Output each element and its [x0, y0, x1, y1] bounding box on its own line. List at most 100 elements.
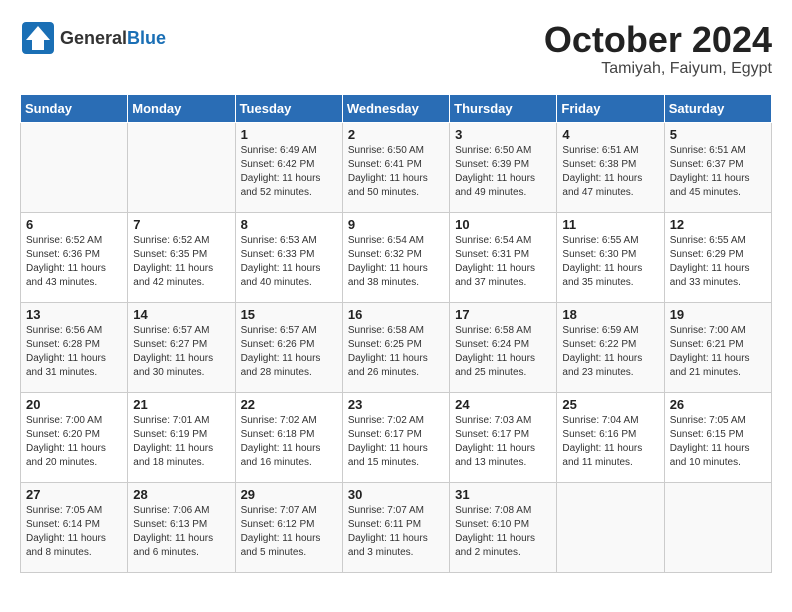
calendar-cell: 15Sunrise: 6:57 AMSunset: 6:26 PMDayligh… [235, 302, 342, 392]
day-number: 16 [348, 307, 444, 322]
calendar-cell: 14 Sunrise: 6:57 AMSunset: 6:27 PMDayligh… [128, 302, 235, 392]
day-header-tuesday: Tuesday [235, 94, 342, 122]
day-number: 10 [455, 217, 551, 232]
calendar-cell [21, 122, 128, 212]
calendar-cell: 1 Sunrise: 6:49 AMSunset: 6:42 PMDaylight… [235, 122, 342, 212]
cell-content: Sunrise: 6:58 AMSunset: 6:24 PMDaylight:… [455, 324, 551, 380]
day-number: 24 [455, 397, 551, 412]
calendar-cell: 25 Sunrise: 7:04 AMSunset: 6:16 PMDayligh… [557, 392, 664, 482]
cell-content: Sunrise: 6:52 AMSunset: 6:35 PMDaylight:… [133, 234, 229, 290]
cell-content: Sunrise: 6:51 AMSunset: 6:37 PMDaylight:… [670, 144, 766, 200]
calendar-cell: 20Sunrise: 7:00 AMSunset: 6:20 PMDayligh… [21, 392, 128, 482]
day-header-thursday: Thursday [450, 94, 557, 122]
page-header: GeneralBlue October 2024 Tamiyah, Faiyum… [20, 20, 772, 78]
calendar-cell: 23 Sunrise: 7:02 AMSunset: 6:17 PMDayligh… [342, 392, 449, 482]
calendar-cell: 12 Sunrise: 6:55 AMSunset: 6:29 PMDayligh… [664, 212, 771, 302]
cell-content: Sunrise: 6:54 AMSunset: 6:31 PMDaylight:… [455, 234, 551, 290]
calendar-week-2: 6Sunrise: 6:52 AMSunset: 6:36 PMDaylight… [21, 212, 772, 302]
calendar-cell: 6Sunrise: 6:52 AMSunset: 6:36 PMDaylight… [21, 212, 128, 302]
calendar-cell: 16Sunrise: 6:58 AMSunset: 6:25 PMDayligh… [342, 302, 449, 392]
calendar-cell: 7 Sunrise: 6:52 AMSunset: 6:35 PMDaylight… [128, 212, 235, 302]
calendar-cell: 21 Sunrise: 7:01 AMSunset: 6:19 PMDayligh… [128, 392, 235, 482]
calendar-cell: 13 Sunrise: 6:56 AMSunset: 6:28 PMDayligh… [21, 302, 128, 392]
calendar-cell [664, 482, 771, 572]
day-number: 15 [241, 307, 337, 322]
day-number: 20 [26, 397, 122, 412]
cell-content: Sunrise: 6:55 AMSunset: 6:29 PMDaylight:… [670, 234, 766, 290]
calendar-cell: 22 Sunrise: 7:02 AMSunset: 6:18 PMDayligh… [235, 392, 342, 482]
calendar-cell: 27 Sunrise: 7:05 AMSunset: 6:14 PMDayligh… [21, 482, 128, 572]
calendar-cell: 5Sunrise: 6:51 AMSunset: 6:37 PMDaylight… [664, 122, 771, 212]
day-number: 23 [348, 397, 444, 412]
day-number: 12 [670, 217, 766, 232]
calendar-cell: 18Sunrise: 6:59 AMSunset: 6:22 PMDayligh… [557, 302, 664, 392]
calendar-cell: 26 Sunrise: 7:05 AMSunset: 6:15 PMDayligh… [664, 392, 771, 482]
cell-content: Sunrise: 7:05 AMSunset: 6:15 PMDaylight:… [670, 414, 766, 470]
day-number: 27 [26, 487, 122, 502]
calendar-cell: 10 Sunrise: 6:54 AMSunset: 6:31 PMDayligh… [450, 212, 557, 302]
day-number: 2 [348, 127, 444, 142]
calendar-week-3: 13 Sunrise: 6:56 AMSunset: 6:28 PMDayligh… [21, 302, 772, 392]
location-subtitle: Tamiyah, Faiyum, Egypt [544, 60, 772, 78]
cell-content: Sunrise: 7:07 AMSunset: 6:12 PMDaylight:… [241, 504, 337, 560]
cell-content: Sunrise: 6:55 AMSunset: 6:30 PMDaylight:… [562, 234, 658, 290]
cell-content: Sunrise: 6:53 AMSunset: 6:33 PMDaylight:… [241, 234, 337, 290]
day-number: 1 [241, 127, 337, 142]
cell-content: Sunrise: 7:05 AMSunset: 6:14 PMDaylight:… [26, 504, 122, 560]
calendar-cell: 19Sunrise: 7:00 AMSunset: 6:21 PMDayligh… [664, 302, 771, 392]
cell-content: Sunrise: 7:02 AMSunset: 6:18 PMDaylight:… [241, 414, 337, 470]
day-number: 26 [670, 397, 766, 412]
day-number: 13 [26, 307, 122, 322]
day-header-friday: Friday [557, 94, 664, 122]
cell-content: Sunrise: 6:56 AMSunset: 6:28 PMDaylight:… [26, 324, 122, 380]
logo-icon [20, 20, 56, 56]
title-block: October 2024 Tamiyah, Faiyum, Egypt [544, 20, 772, 78]
calendar-cell: 24Sunrise: 7:03 AMSunset: 6:17 PMDayligh… [450, 392, 557, 482]
calendar-week-1: 1 Sunrise: 6:49 AMSunset: 6:42 PMDaylight… [21, 122, 772, 212]
cell-content: Sunrise: 6:51 AMSunset: 6:38 PMDaylight:… [562, 144, 658, 200]
logo-blue-text: Blue [127, 28, 166, 48]
cell-content: Sunrise: 7:06 AMSunset: 6:13 PMDaylight:… [133, 504, 229, 560]
cell-content: Sunrise: 7:04 AMSunset: 6:16 PMDaylight:… [562, 414, 658, 470]
calendar-body: 1 Sunrise: 6:49 AMSunset: 6:42 PMDaylight… [21, 122, 772, 572]
cell-content: Sunrise: 6:57 AMSunset: 6:27 PMDaylight:… [133, 324, 229, 380]
calendar-cell: 29Sunrise: 7:07 AMSunset: 6:12 PMDayligh… [235, 482, 342, 572]
day-number: 11 [562, 217, 658, 232]
day-number: 9 [348, 217, 444, 232]
day-header-saturday: Saturday [664, 94, 771, 122]
logo: GeneralBlue [20, 20, 166, 56]
cell-content: Sunrise: 6:50 AMSunset: 6:41 PMDaylight:… [348, 144, 444, 200]
calendar-cell: 28 Sunrise: 7:06 AMSunset: 6:13 PMDayligh… [128, 482, 235, 572]
calendar-week-5: 27 Sunrise: 7:05 AMSunset: 6:14 PMDayligh… [21, 482, 772, 572]
cell-content: Sunrise: 6:54 AMSunset: 6:32 PMDaylight:… [348, 234, 444, 290]
calendar-cell: 31Sunrise: 7:08 AMSunset: 6:10 PMDayligh… [450, 482, 557, 572]
day-number: 4 [562, 127, 658, 142]
day-number: 8 [241, 217, 337, 232]
day-number: 7 [133, 217, 229, 232]
day-number: 25 [562, 397, 658, 412]
cell-content: Sunrise: 7:02 AMSunset: 6:17 PMDaylight:… [348, 414, 444, 470]
day-number: 18 [562, 307, 658, 322]
day-header-wednesday: Wednesday [342, 94, 449, 122]
calendar-cell: 30Sunrise: 7:07 AMSunset: 6:11 PMDayligh… [342, 482, 449, 572]
day-number: 19 [670, 307, 766, 322]
day-number: 28 [133, 487, 229, 502]
calendar-cell: 3 Sunrise: 6:50 AMSunset: 6:39 PMDaylight… [450, 122, 557, 212]
day-number: 3 [455, 127, 551, 142]
calendar-cell: 17Sunrise: 6:58 AMSunset: 6:24 PMDayligh… [450, 302, 557, 392]
cell-content: Sunrise: 7:01 AMSunset: 6:19 PMDaylight:… [133, 414, 229, 470]
days-header-row: SundayMondayTuesdayWednesdayThursdayFrid… [21, 94, 772, 122]
logo-general-text: General [60, 28, 127, 48]
calendar-week-4: 20Sunrise: 7:00 AMSunset: 6:20 PMDayligh… [21, 392, 772, 482]
day-number: 14 [133, 307, 229, 322]
cell-content: Sunrise: 6:50 AMSunset: 6:39 PMDaylight:… [455, 144, 551, 200]
day-number: 22 [241, 397, 337, 412]
day-number: 6 [26, 217, 122, 232]
day-number: 21 [133, 397, 229, 412]
cell-content: Sunrise: 7:07 AMSunset: 6:11 PMDaylight:… [348, 504, 444, 560]
cell-content: Sunrise: 6:49 AMSunset: 6:42 PMDaylight:… [241, 144, 337, 200]
calendar-cell: 8 Sunrise: 6:53 AMSunset: 6:33 PMDaylight… [235, 212, 342, 302]
day-header-sunday: Sunday [21, 94, 128, 122]
day-header-monday: Monday [128, 94, 235, 122]
cell-content: Sunrise: 7:08 AMSunset: 6:10 PMDaylight:… [455, 504, 551, 560]
